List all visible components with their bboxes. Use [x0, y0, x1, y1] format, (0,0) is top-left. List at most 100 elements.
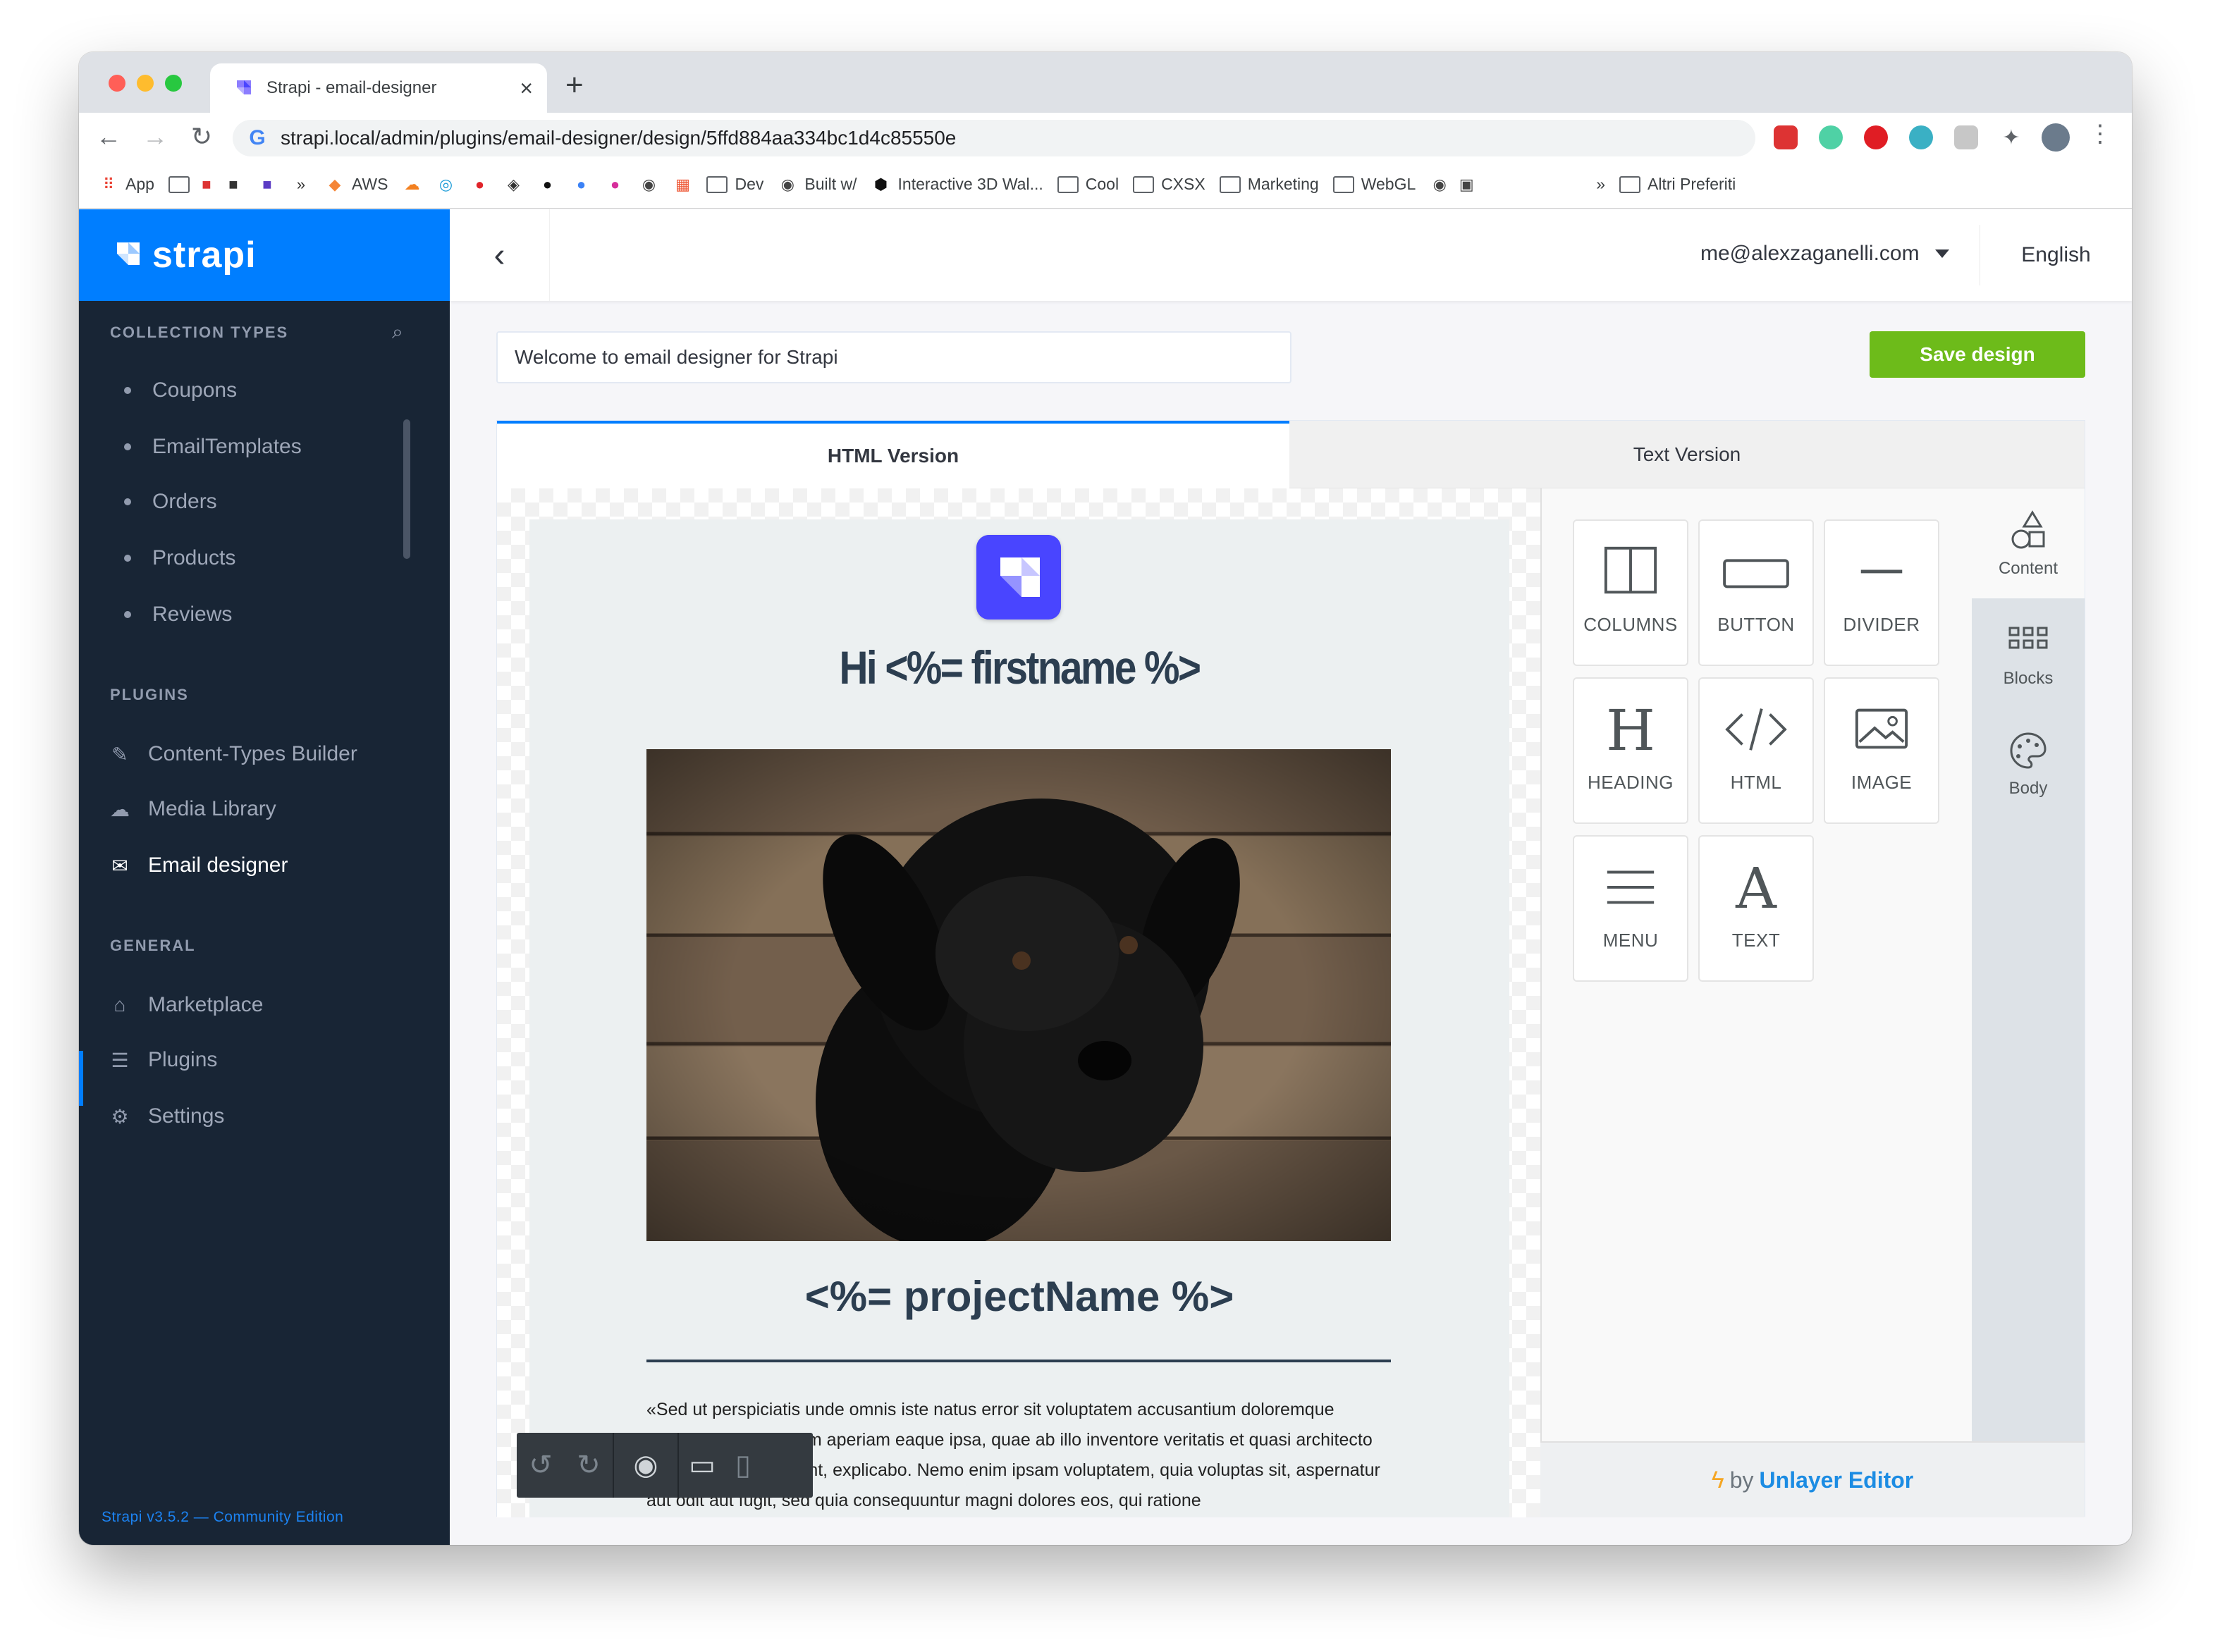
preview-eye-icon[interactable]: ◉: [614, 1433, 677, 1498]
mobile-view-icon[interactable]: ▯: [725, 1433, 761, 1498]
bookmark-folder[interactable]: ■ ■: [168, 175, 243, 195]
bookmark-built-with[interactable]: ◉ Built w/: [778, 175, 857, 195]
bookmark-item[interactable]: ◉: [639, 175, 658, 195]
sidebar-item-settings[interactable]: ⚙ Settings: [110, 1104, 224, 1128]
greeting-heading[interactable]: Hi <%= firstname %>: [598, 641, 1440, 694]
bookmark-item[interactable]: ●: [571, 175, 591, 195]
new-tab-icon[interactable]: +: [565, 68, 584, 103]
side-tab-body[interactable]: Body: [1972, 708, 2085, 818]
bookmarks-overflow-button[interactable]: »: [1596, 175, 1605, 194]
bookmark-icon: ■: [202, 175, 211, 193]
user-menu[interactable]: me@alexzaganelli.com: [1700, 242, 1949, 266]
tool-button[interactable]: BUTTON: [1698, 519, 1814, 666]
desktop-view-icon[interactable]: ▭: [679, 1433, 725, 1498]
puzzle-extensions-icon[interactable]: ✦: [1999, 125, 2023, 149]
close-window-button[interactable]: [109, 75, 125, 92]
back-arrow-icon[interactable]: ←: [90, 118, 127, 155]
chevron-left-icon[interactable]: ‹: [450, 209, 550, 301]
bookmark-item[interactable]: ☁: [402, 175, 422, 195]
side-tab-content[interactable]: Content: [1972, 488, 2085, 598]
sidebar-item-reviews[interactable]: Reviews: [110, 603, 232, 627]
sidebar-item-plugins[interactable]: ☰ Plugins: [110, 1048, 217, 1072]
sidebar-item-emailtemplates[interactable]: EmailTemplates: [110, 435, 302, 459]
side-tab-blocks[interactable]: Blocks: [1972, 598, 2085, 708]
unlayer-byline[interactable]: ϟ by Unlayer Editor: [1540, 1441, 2085, 1517]
project-heading[interactable]: <%= projectName %>: [529, 1272, 1509, 1321]
address-bar[interactable]: G strapi.local/admin/plugins/email-desig…: [233, 120, 1755, 156]
tool-image[interactable]: IMAGE: [1824, 677, 1939, 824]
browser-tab[interactable]: Strapi - email-designer ×: [210, 63, 547, 113]
sidebar-item-content-types-builder[interactable]: ✎ Content-Types Builder: [110, 742, 357, 766]
editor-side-tabs: Content Blocks Body: [1972, 488, 2085, 1441]
sidebar-scrollbar[interactable]: [403, 419, 410, 559]
editor-canvas[interactable]: Hi <%= firstname %> <%= projectName %> «…: [497, 488, 1540, 1517]
strapi-logo[interactable]: strapi: [79, 209, 450, 301]
bookmark-item[interactable]: ◈: [503, 175, 523, 195]
bookmark-dev[interactable]: Dev: [706, 175, 763, 194]
sidebar-item-email-designer[interactable]: ✉ Email designer: [110, 853, 288, 877]
button-icon: [1723, 559, 1789, 588]
zoom-window-button[interactable]: [165, 75, 182, 92]
bookmark-label: CXSX: [1161, 175, 1205, 193]
bullet-icon: [124, 387, 131, 394]
sidebar-item-coupons[interactable]: Coupons: [110, 378, 237, 402]
extension-icon[interactable]: [1819, 125, 1843, 149]
sidebar-item-marketplace[interactable]: ⌂ Marketplace: [110, 993, 264, 1017]
reload-icon[interactable]: ↻: [183, 118, 220, 155]
tool-label: HTML: [1730, 772, 1782, 793]
sidebar-item-label: Plugins: [148, 1048, 218, 1071]
divider-line[interactable]: [646, 1360, 1391, 1362]
tool-menu[interactable]: MENU: [1573, 835, 1688, 982]
minimize-window-button[interactable]: [137, 75, 154, 92]
tool-html[interactable]: HTML: [1698, 677, 1814, 824]
tool-columns[interactable]: COLUMNS: [1573, 519, 1688, 666]
profile-avatar-icon[interactable]: [2042, 123, 2070, 152]
extension-icon[interactable]: [1864, 125, 1888, 149]
redo-icon[interactable]: ↻: [565, 1433, 613, 1498]
bookmark-item[interactable]: ◎: [436, 175, 455, 195]
save-design-button[interactable]: Save design: [1870, 331, 2085, 378]
email-body[interactable]: Hi <%= firstname %> <%= projectName %> «…: [529, 519, 1509, 1517]
sidebar-item-media-library[interactable]: ☁ Media Library: [110, 797, 276, 821]
bookmark-item[interactable]: »: [291, 175, 311, 195]
puppy-photo[interactable]: [646, 749, 1391, 1241]
strapi-logo-icon: [117, 242, 140, 265]
undo-icon[interactable]: ↺: [517, 1433, 565, 1498]
tool-divider[interactable]: DIVIDER: [1824, 519, 1939, 666]
double-chevron-icon: »: [296, 175, 306, 193]
bookmarks-bar: ⠿ App ■ ■ ■ » ◆ AWS ☁ ◎ ● ◈ ● ● ● ◉ ▦ Dev ◉…: [79, 161, 2132, 209]
bookmark-aws[interactable]: ◆ AWS: [325, 175, 388, 195]
forward-arrow-icon[interactable]: →: [137, 118, 173, 155]
bookmark-altri-preferiti[interactable]: Altri Preferiti: [1619, 175, 1736, 194]
bookmark-cool[interactable]: Cool: [1057, 175, 1119, 194]
extension-icon[interactable]: [1909, 125, 1933, 149]
browser-menu-icon[interactable]: ⋮: [2088, 120, 2112, 148]
bookmark-cxsx[interactable]: CXSX: [1133, 175, 1205, 194]
tab-text-version[interactable]: Text Version: [1289, 421, 2085, 488]
tool-text[interactable]: A TEXT: [1698, 835, 1814, 982]
bookmark-interactive-3d[interactable]: ⬢ Interactive 3D Wal...: [871, 175, 1043, 195]
design-name-input[interactable]: [496, 331, 1291, 383]
bookmark-webgl[interactable]: WebGL: [1332, 175, 1416, 194]
bookmark-item[interactable]: ◉ ▣: [1430, 175, 1476, 195]
bullet-icon: [124, 611, 131, 618]
bookmark-item[interactable]: ●: [605, 175, 625, 195]
bookmark-marketing[interactable]: Marketing: [1219, 175, 1319, 194]
bullet-icon: [124, 555, 131, 562]
strapi-email-logo[interactable]: [976, 535, 1061, 620]
tab-close-icon[interactable]: ×: [520, 75, 533, 101]
bookmark-item[interactable]: ●: [537, 175, 557, 195]
bookmark-item[interactable]: ●: [470, 175, 489, 195]
language-switcher[interactable]: English: [1980, 225, 2132, 285]
search-icon[interactable]: ⌕: [392, 321, 403, 344]
list-icon: ☰: [111, 1049, 129, 1071]
bookmark-apps[interactable]: ⠿ App: [99, 175, 154, 195]
tool-heading[interactable]: H HEADING: [1573, 677, 1688, 824]
tab-html-version[interactable]: HTML Version: [497, 421, 1289, 488]
bookmark-item[interactable]: ■: [257, 175, 277, 195]
bookmark-item[interactable]: ▦: [673, 175, 692, 195]
sidebar-item-products[interactable]: Products: [110, 546, 235, 570]
extension-icon[interactable]: [1774, 125, 1798, 149]
extension-icon[interactable]: [1954, 125, 1978, 149]
sidebar-item-orders[interactable]: Orders: [110, 490, 217, 514]
